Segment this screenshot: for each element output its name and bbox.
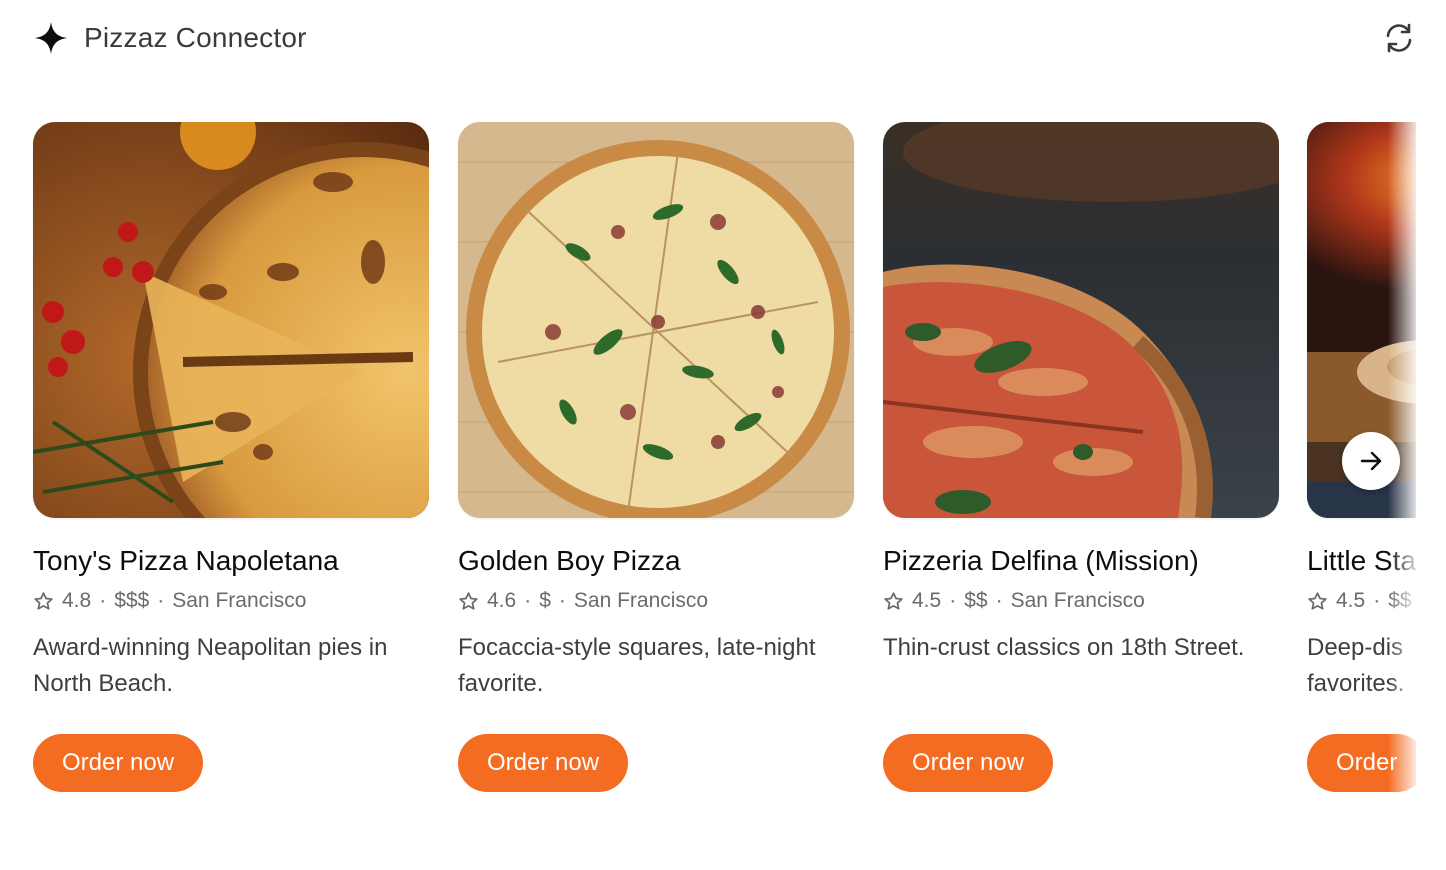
arrow-right-icon <box>1360 451 1382 471</box>
restaurant-name[interactable]: Pizzeria Delfina (Mission) <box>883 545 1279 577</box>
rating-value: 4.8 <box>62 589 92 612</box>
order-now-button[interactable]: Order now <box>458 734 629 792</box>
star-icon <box>34 591 53 610</box>
carousel-next-button[interactable] <box>1342 432 1400 490</box>
rating-value: 4.5 <box>912 589 942 612</box>
city: San Francisco <box>573 589 709 612</box>
price-level: $$ <box>964 589 988 612</box>
sparkle-icon <box>35 22 67 54</box>
pizza-photo-delfina <box>883 122 1279 518</box>
restaurant-carousel[interactable]: Tony's Pizza Napoletana 4.8 · $$$ · San … <box>0 122 1416 822</box>
city: San Francisco <box>172 589 307 612</box>
restaurant-description: Deep-dis favorites. <box>1307 634 1405 697</box>
meta-separator: · <box>157 589 165 612</box>
price-level: $$$ <box>114 589 150 612</box>
restaurant-card: Pizzeria Delfina (Mission) 4.5 · $$ · Sa… <box>883 122 1279 792</box>
restaurant-photo <box>883 122 1279 518</box>
restaurant-name[interactable]: Tony's Pizza Napoletana <box>33 545 429 577</box>
price-level: $ <box>539 589 551 612</box>
star-icon <box>459 591 478 610</box>
order-now-button[interactable]: Order <box>1307 734 1416 792</box>
restaurant-meta: 4.5 · $$ · San Francisco <box>883 589 1279 613</box>
app-header: Pizzaz Connector <box>33 18 1416 58</box>
restaurant-description: Thin-crust classics on 18th Street. <box>883 634 1245 661</box>
restaurant-photo <box>458 122 854 518</box>
restaurant-card: Tony's Pizza Napoletana 4.8 · $$$ · San … <box>33 122 429 792</box>
city: San Francisco <box>1010 589 1145 612</box>
rating-value: 4.6 <box>487 589 517 612</box>
restaurant-photo <box>33 122 429 518</box>
restaurant-meta: 4.5 · $$ <box>1307 589 1416 613</box>
pizza-photo-golden-boy <box>458 122 854 518</box>
rating-value: 4.5 <box>1336 589 1366 612</box>
meta-separator: · <box>99 589 107 612</box>
restaurant-meta: 4.8 · $$$ · San Francisco <box>33 589 429 613</box>
meta-separator: · <box>1373 589 1381 612</box>
restaurant-name[interactable]: Golden Boy Pizza <box>458 545 854 577</box>
app-title: Pizzaz Connector <box>84 22 307 53</box>
meta-separator: · <box>995 589 1003 612</box>
pizza-photo-napoletana <box>33 122 429 518</box>
meta-separator: · <box>558 589 566 612</box>
refresh-icon[interactable] <box>1382 21 1416 55</box>
star-icon <box>1308 591 1327 610</box>
restaurant-description: Focaccia-style squares, late-night favor… <box>458 634 816 697</box>
restaurant-meta: 4.6 · $ · San Francisco <box>458 589 854 613</box>
meta-separator: · <box>524 589 532 612</box>
order-now-button[interactable]: Order now <box>883 734 1054 792</box>
restaurant-card: Golden Boy Pizza 4.6 · $ · San Francisco… <box>458 122 854 792</box>
restaurant-description: Award-winning Neapolitan pies in North B… <box>33 634 388 697</box>
price-level: $$ <box>1388 589 1412 612</box>
restaurant-name[interactable]: Little Sta <box>1307 545 1416 577</box>
meta-separator: · <box>949 589 957 612</box>
order-now-button[interactable]: Order now <box>33 734 204 792</box>
star-icon <box>884 591 903 610</box>
